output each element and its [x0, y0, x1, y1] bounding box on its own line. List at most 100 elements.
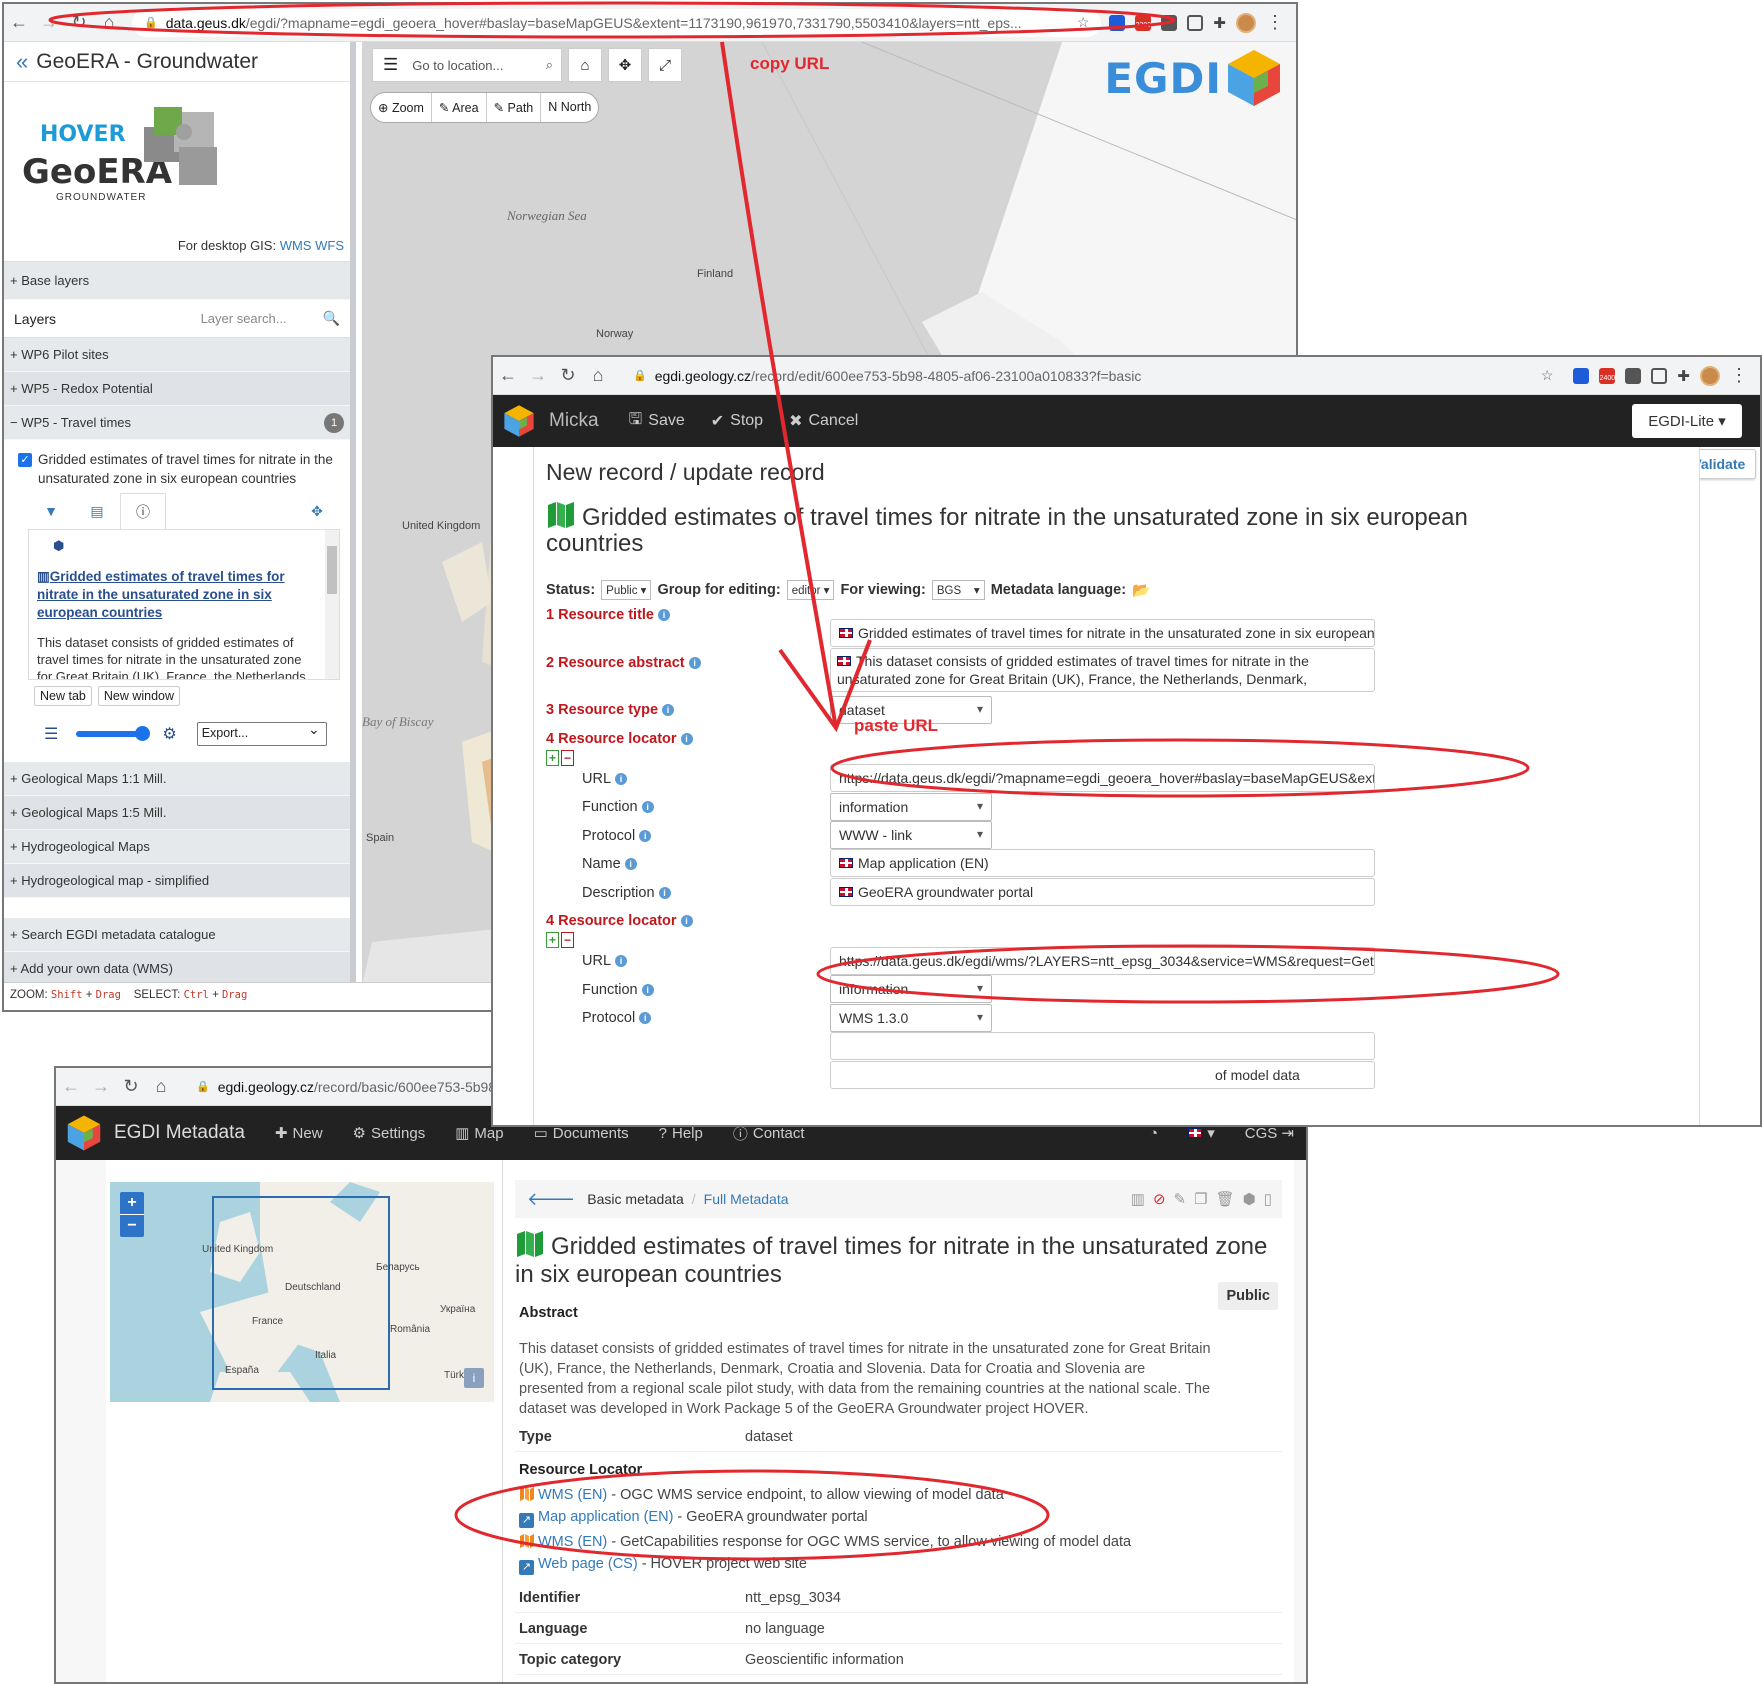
- nav-new[interactable]: ✚ New: [275, 1124, 323, 1143]
- back-arrow-icon[interactable]: 🡐: [527, 1189, 575, 1210]
- group-wp6[interactable]: + WP6 Pilot sites: [4, 338, 350, 372]
- menu-dots-icon[interactable]: ⋮: [1730, 365, 1748, 386]
- search-icon[interactable]: 🔍: [323, 310, 340, 327]
- menu-dots-icon[interactable]: ⋮: [1266, 12, 1284, 33]
- group-wp5-redox[interactable]: + WP5 - Redox Potential: [4, 372, 350, 406]
- info-icon[interactable]: i: [639, 1012, 652, 1024]
- group-hydrogeol[interactable]: + Hydrogeological Maps: [4, 830, 350, 864]
- home-icon[interactable]: ⌂: [583, 365, 613, 386]
- legend-icon[interactable]: ☰: [44, 724, 58, 744]
- micka-brand[interactable]: Micka: [549, 410, 599, 432]
- ban-icon[interactable]: ⊘: [1153, 1190, 1166, 1208]
- info-icon[interactable]: i: [615, 773, 628, 785]
- search-catalogue-section[interactable]: + Search EGDI metadata catalogue: [4, 918, 350, 952]
- zoom-out-button[interactable]: −: [120, 1214, 144, 1237]
- locator-link[interactable]: WMS (EN): [538, 1487, 607, 1503]
- new-tab-button[interactable]: New tab: [34, 686, 92, 706]
- add-wms-section[interactable]: + Add your own data (WMS): [4, 952, 350, 982]
- folder-icon[interactable]: 📂: [1132, 582, 1150, 599]
- gmail-icon[interactable]: 2400: [1599, 367, 1616, 384]
- back-arrow-icon[interactable]: ←: [4, 12, 34, 33]
- search-icon[interactable]: ⌕: [546, 57, 553, 73]
- collapse-chevron-icon[interactable]: «: [16, 49, 28, 75]
- layer-item[interactable]: ✓ Gridded estimates of travel times for …: [4, 440, 350, 494]
- locator1-protocol-select[interactable]: WWW - link: [830, 821, 992, 849]
- gear-icon[interactable]: ⚙: [162, 724, 176, 744]
- opacity-slider[interactable]: [76, 726, 151, 741]
- reload-icon[interactable]: ↻: [553, 365, 583, 386]
- pan-icon[interactable]: ✥: [608, 48, 642, 82]
- locator-link[interactable]: Map application (EN): [538, 1509, 673, 1525]
- profile-select[interactable]: EGDI-Lite ▾: [1632, 404, 1742, 438]
- avatar[interactable]: [1236, 12, 1256, 33]
- info-icon[interactable]: i: [680, 733, 693, 745]
- puzzle-icon[interactable]: ✚: [1213, 14, 1226, 32]
- group-wp5-travel[interactable]: − WP5 - Travel times 1: [4, 406, 350, 440]
- viewing-select[interactable]: BGS ▾: [931, 580, 985, 600]
- table-icon[interactable]: ▤: [74, 493, 120, 529]
- breadcrumb-full-link[interactable]: Full Metadata: [704, 1191, 789, 1207]
- trash-icon[interactable]: 🗑: [1216, 1190, 1235, 1208]
- nav-help[interactable]: ? Help: [659, 1125, 703, 1142]
- info-icon[interactable]: i: [639, 830, 652, 842]
- base-layers-section[interactable]: + Base layers: [4, 262, 350, 300]
- info-icon[interactable]: i: [658, 609, 670, 621]
- remove-icon[interactable]: −: [561, 750, 575, 766]
- locator1-url-input[interactable]: https://data.geus.dk/egdi/?mapname=egdi_…: [830, 764, 1375, 792]
- cube-icon[interactable]: ⬢: [1243, 1190, 1256, 1208]
- wms-link[interactable]: WMS: [280, 238, 312, 253]
- locator1-description-input[interactable]: GeoERA groundwater portal: [830, 878, 1375, 906]
- location-search-input[interactable]: ☰ Go to location... ⌕: [372, 48, 562, 82]
- forward-arrow-icon[interactable]: →: [86, 1076, 116, 1097]
- cast-icon[interactable]: [1651, 367, 1668, 384]
- north-tool-button[interactable]: N North: [541, 93, 598, 122]
- home-icon[interactable]: ⌂: [568, 48, 602, 82]
- avatar[interactable]: [1700, 365, 1720, 386]
- info-icon[interactable]: i: [641, 801, 654, 813]
- map-info-icon[interactable]: i: [464, 1368, 484, 1388]
- back-arrow-icon[interactable]: ←: [56, 1076, 86, 1097]
- zoom-tool-button[interactable]: ⊕ Zoom: [371, 93, 432, 122]
- cast-icon[interactable]: [1187, 14, 1204, 31]
- reload-icon[interactable]: ↻: [64, 12, 94, 33]
- forward-arrow-icon[interactable]: →: [523, 365, 553, 386]
- extension-icon[interactable]: [1109, 14, 1126, 31]
- back-arrow-icon[interactable]: ←: [493, 365, 523, 386]
- filter-icon[interactable]: ▼: [28, 493, 74, 529]
- gmail-icon[interactable]: 2200: [1135, 14, 1152, 31]
- pencil-icon[interactable]: ✎: [1174, 1190, 1187, 1208]
- remove-icon[interactable]: −: [561, 932, 575, 948]
- extension-icon[interactable]: [1161, 14, 1178, 31]
- locator2-function-select[interactable]: information: [830, 975, 992, 1003]
- extent-minimap[interactable]: + − United Kingdom Deutschland France It…: [110, 1182, 494, 1402]
- group-geol-1m[interactable]: + Geological Maps 1:1 Mill.: [4, 762, 350, 796]
- layer-search-input[interactable]: Layer search...: [195, 305, 315, 333]
- locator2-url-input[interactable]: https://data.geus.dk/egdi/wms/?LAYERS=nt…: [830, 947, 1375, 975]
- map-icon[interactable]: ▥: [1131, 1190, 1145, 1208]
- fullscreen-icon[interactable]: ⤢: [648, 48, 682, 82]
- info-icon[interactable]: i: [662, 704, 675, 716]
- resource-title-input[interactable]: Gridded estimates of travel times for ni…: [830, 619, 1375, 647]
- locator-link[interactable]: WMS (EN): [538, 1534, 607, 1550]
- path-tool-button[interactable]: ✎ Path: [487, 93, 542, 122]
- export-select[interactable]: Export...: [196, 721, 327, 746]
- stop-button[interactable]: ✔ Stop: [711, 411, 763, 431]
- info-scrollbar[interactable]: [325, 530, 339, 679]
- file-icon[interactable]: ▯: [1264, 1190, 1272, 1208]
- locator1-function-select[interactable]: information: [830, 793, 992, 821]
- add-icon[interactable]: +: [546, 750, 560, 766]
- forward-arrow-icon[interactable]: →: [34, 12, 64, 33]
- extension-icon[interactable]: [1573, 367, 1590, 384]
- brand-name[interactable]: EGDI Metadata: [114, 1122, 245, 1144]
- bookmark-star-icon[interactable]: ☆: [1541, 367, 1554, 384]
- puzzle-icon[interactable]: ✚: [1677, 367, 1690, 385]
- address-bar[interactable]: 🔒 egdi.geology.cz/record/edit/600ee753-5…: [621, 361, 1566, 390]
- address-bar[interactable]: 🔒 data.geus.dk/egdi/?mapname=egdi_geoera…: [132, 8, 1102, 37]
- locator1-name-input[interactable]: Map application (EN): [830, 849, 1375, 877]
- hamburger-icon[interactable]: ☰: [383, 55, 398, 75]
- area-tool-button[interactable]: ✎ Area: [432, 93, 487, 122]
- zoom-in-button[interactable]: +: [120, 1192, 144, 1214]
- locator2-protocol-select[interactable]: WMS 1.3.0: [830, 1004, 992, 1032]
- status-select[interactable]: Public ▾: [601, 580, 652, 600]
- info-icon[interactable]: i: [624, 858, 637, 870]
